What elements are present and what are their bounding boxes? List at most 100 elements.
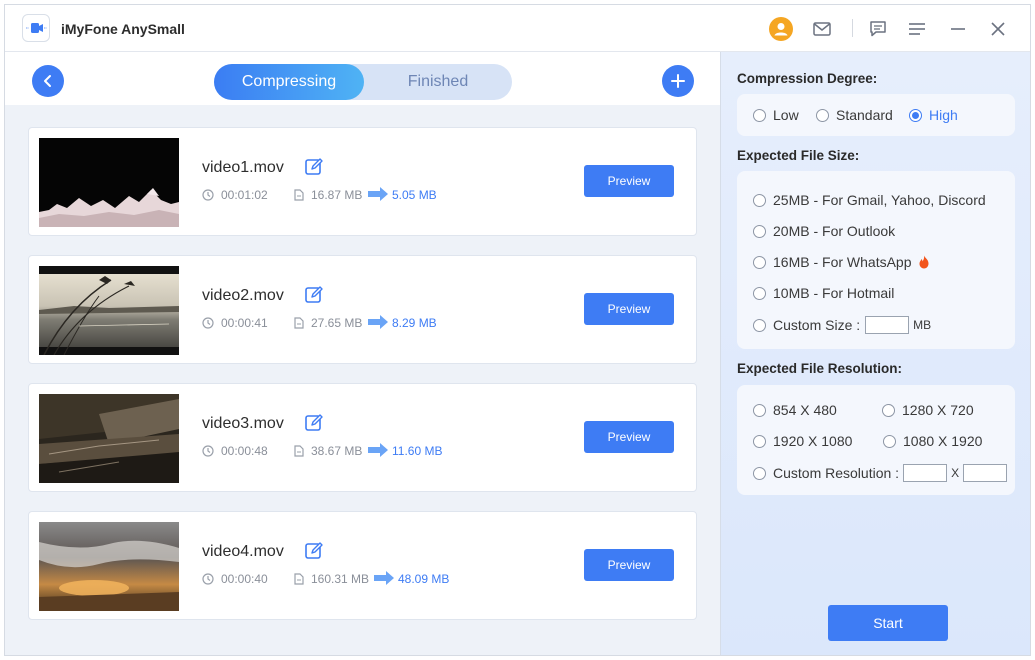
tab-finished[interactable]: Finished	[364, 64, 512, 100]
resolution-1280x720-label: 1280 X 720	[902, 402, 974, 418]
size-16mb-label: 16MB - For WhatsApp	[773, 254, 912, 270]
radio-854x480[interactable]	[753, 403, 766, 417]
radio-20mb[interactable]	[753, 224, 766, 238]
clock-icon	[202, 445, 214, 457]
custom-height-input[interactable]	[963, 464, 1008, 482]
menu-icon[interactable]	[905, 17, 929, 41]
video-name: video1.mov	[202, 159, 284, 176]
video-thumbnail	[39, 266, 179, 355]
compression-title: Compression Degree:	[737, 71, 878, 86]
size-10mb-label: 10MB - For Hotmail	[773, 285, 895, 301]
size-option-16mb[interactable]: 16MB - For WhatsApp	[753, 254, 930, 270]
resolution-854x480[interactable]: 854 X 480	[753, 402, 837, 418]
mail-icon[interactable]	[810, 17, 834, 41]
add-video-button[interactable]	[662, 65, 694, 97]
resolution-854x480-label: 854 X 480	[773, 402, 837, 418]
video-card: video3.mov 00:00:48 38.67 MB 11.60 MB Pr…	[28, 383, 697, 492]
video-name: video4.mov	[202, 543, 284, 560]
duration: 00:01:02	[202, 188, 268, 202]
preview-button[interactable]: Preview	[584, 549, 674, 581]
original-size-text: 160.31 MB	[311, 572, 370, 586]
duration-text: 00:00:41	[221, 316, 268, 330]
title-separator	[852, 19, 853, 37]
minimize-icon[interactable]	[946, 17, 970, 41]
original-size-text: 27.65 MB	[311, 316, 363, 330]
back-button[interactable]	[32, 65, 64, 97]
app-window: iMyFone AnySmall Compressing Finished vi…	[4, 4, 1031, 656]
start-button[interactable]: Start	[828, 605, 948, 641]
radio-1280x720[interactable]	[882, 403, 895, 417]
radio-custom-resolution[interactable]	[753, 466, 766, 480]
radio-16mb[interactable]	[753, 255, 766, 269]
preview-button[interactable]: Preview	[584, 293, 674, 325]
edit-icon[interactable]	[305, 542, 323, 560]
video-card: video4.mov 00:00:40 160.31 MB 48.09 MB P…	[28, 511, 697, 620]
compression-box: Low Standard High	[737, 94, 1015, 136]
custom-size-input[interactable]	[865, 316, 910, 334]
custom-resolution-separator: X	[951, 466, 960, 480]
clock-icon	[202, 317, 214, 329]
feedback-icon[interactable]	[866, 17, 890, 41]
original-size: 38.67 MB	[294, 444, 362, 458]
tab-compressing[interactable]: Compressing	[214, 64, 364, 100]
close-icon[interactable]	[986, 17, 1010, 41]
app-logo	[22, 14, 50, 42]
compressed-size: 11.60 MB	[392, 444, 443, 458]
clock-icon	[202, 573, 214, 585]
size-option-10mb[interactable]: 10MB - For Hotmail	[753, 285, 894, 301]
resolution-1920x1080-label: 1920 X 1080	[773, 433, 853, 449]
size-option-25mb[interactable]: 25MB - For Gmail, Yahoo, Discord	[753, 192, 986, 208]
resolution-1920x1080[interactable]: 1920 X 1080	[753, 433, 852, 449]
radio-1080x1920[interactable]	[883, 434, 896, 448]
file-icon	[294, 573, 304, 585]
resolution-1080x1920-label: 1080 X 1920	[903, 433, 983, 449]
radio-custom-size[interactable]	[753, 318, 766, 332]
resolution-1080x1920[interactable]: 1080 X 1920	[883, 433, 982, 449]
duration-text: 00:01:02	[221, 188, 268, 202]
custom-size-unit: MB	[913, 318, 932, 332]
video-card: video1.mov 00:01:02 16.87 MB 5.05 MB Pre…	[28, 127, 697, 236]
back-icon	[44, 75, 51, 87]
custom-resolution-label: Custom Resolution :	[773, 465, 900, 481]
video-name: video3.mov	[202, 415, 284, 432]
main-area: Compressing Finished video1.mov 00:01:02…	[5, 52, 720, 655]
preview-button[interactable]: Preview	[584, 165, 674, 197]
preview-button[interactable]: Preview	[584, 421, 674, 453]
size-option-custom[interactable]: Custom Size : MB	[753, 316, 931, 334]
custom-width-input[interactable]	[903, 464, 948, 482]
video-thumbnail	[39, 394, 179, 483]
radio-high[interactable]	[909, 108, 922, 122]
compression-high[interactable]: High	[909, 107, 958, 123]
duration: 00:00:41	[202, 316, 268, 330]
edit-icon[interactable]	[305, 286, 323, 304]
video-name: video2.mov	[202, 287, 284, 304]
original-size-text: 38.67 MB	[311, 444, 363, 458]
edit-icon[interactable]	[305, 414, 323, 432]
original-size: 160.31 MB	[294, 572, 369, 586]
radio-10mb[interactable]	[753, 286, 766, 300]
resolution-title: Expected File Resolution:	[737, 361, 903, 376]
edit-icon[interactable]	[305, 158, 323, 176]
radio-1920x1080[interactable]	[753, 434, 766, 448]
radio-standard[interactable]	[816, 108, 829, 122]
user-icon[interactable]	[769, 17, 793, 41]
arrow-right-icon	[368, 187, 388, 201]
compression-standard[interactable]: Standard	[816, 107, 893, 123]
compressed-size: 5.05 MB	[392, 188, 437, 202]
compression-low-label: Low	[773, 107, 799, 123]
size-option-20mb[interactable]: 20MB - For Outlook	[753, 223, 895, 239]
compression-standard-label: Standard	[836, 107, 893, 123]
resolution-custom[interactable]: Custom Resolution : X	[753, 464, 1008, 482]
file-icon	[294, 445, 304, 457]
file-icon	[294, 317, 304, 329]
resolution-box: 854 X 480 1280 X 720 1920 X 1080 1080 X …	[737, 385, 1015, 495]
compression-low[interactable]: Low	[753, 107, 799, 123]
app-title: iMyFone AnySmall	[61, 21, 185, 37]
duration: 00:00:40	[202, 572, 268, 586]
fire-icon	[919, 255, 928, 269]
clock-icon	[202, 189, 214, 201]
resolution-1280x720[interactable]: 1280 X 720	[882, 402, 974, 418]
radio-25mb[interactable]	[753, 193, 766, 207]
arrow-right-icon	[368, 315, 388, 329]
radio-low[interactable]	[753, 108, 766, 122]
